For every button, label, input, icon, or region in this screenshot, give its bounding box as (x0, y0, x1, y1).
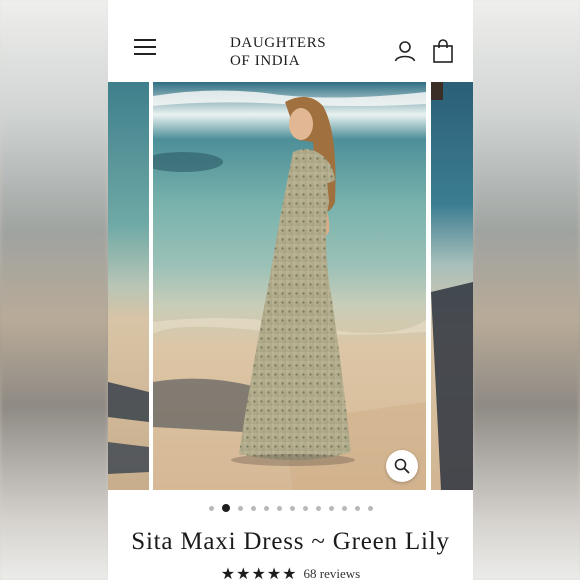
gallery-slide-next[interactable] (431, 82, 473, 490)
pagination-dot[interactable] (289, 505, 295, 511)
user-icon[interactable] (394, 40, 416, 62)
product-title: Sita Maxi Dress ~ Green Lily (131, 528, 450, 555)
pagination-dot[interactable] (302, 505, 308, 511)
phone-screen: DAUGHTERS OF INDIA Sita Maxi Dress ~ Gre… (108, 0, 473, 580)
product-rating[interactable]: ★★★★★ 68 reviews (108, 564, 473, 580)
pagination-dot[interactable] (341, 505, 347, 511)
blurred-backdrop-left (0, 0, 108, 580)
pagination-dot[interactable] (276, 505, 282, 511)
gallery-slide-previous[interactable] (108, 82, 149, 490)
brand-logo[interactable]: DAUGHTERS OF INDIA (230, 34, 360, 70)
pagination-dot[interactable] (315, 505, 321, 511)
hamburger-menu-icon[interactable] (134, 39, 156, 55)
pagination-dot[interactable] (250, 505, 256, 511)
brand-line-2: OF INDIA (230, 53, 301, 69)
gallery-slide-main-image[interactable] (153, 82, 426, 490)
pagination-dot[interactable] (367, 505, 373, 511)
magnifier-icon (394, 458, 410, 474)
reviews-link[interactable]: 68 reviews (304, 566, 361, 580)
zoom-button[interactable] (386, 450, 418, 482)
pagination-dot[interactable] (328, 505, 334, 511)
pagination-dot[interactable] (221, 504, 230, 512)
star-rating-icons: ★★★★★ (220, 564, 298, 580)
blurred-backdrop-right (472, 0, 580, 580)
site-header: DAUGHTERS OF INDIA (108, 0, 473, 82)
shopping-bag-icon[interactable] (432, 39, 454, 63)
pagination-dot[interactable] (354, 505, 360, 511)
brand-line-1: DAUGHTERS (230, 35, 327, 51)
gallery-pagination (108, 503, 473, 513)
pagination-dot[interactable] (263, 505, 269, 511)
pagination-dot[interactable] (208, 505, 214, 511)
product-image-gallery[interactable] (108, 82, 473, 490)
pagination-dot[interactable] (237, 505, 243, 511)
